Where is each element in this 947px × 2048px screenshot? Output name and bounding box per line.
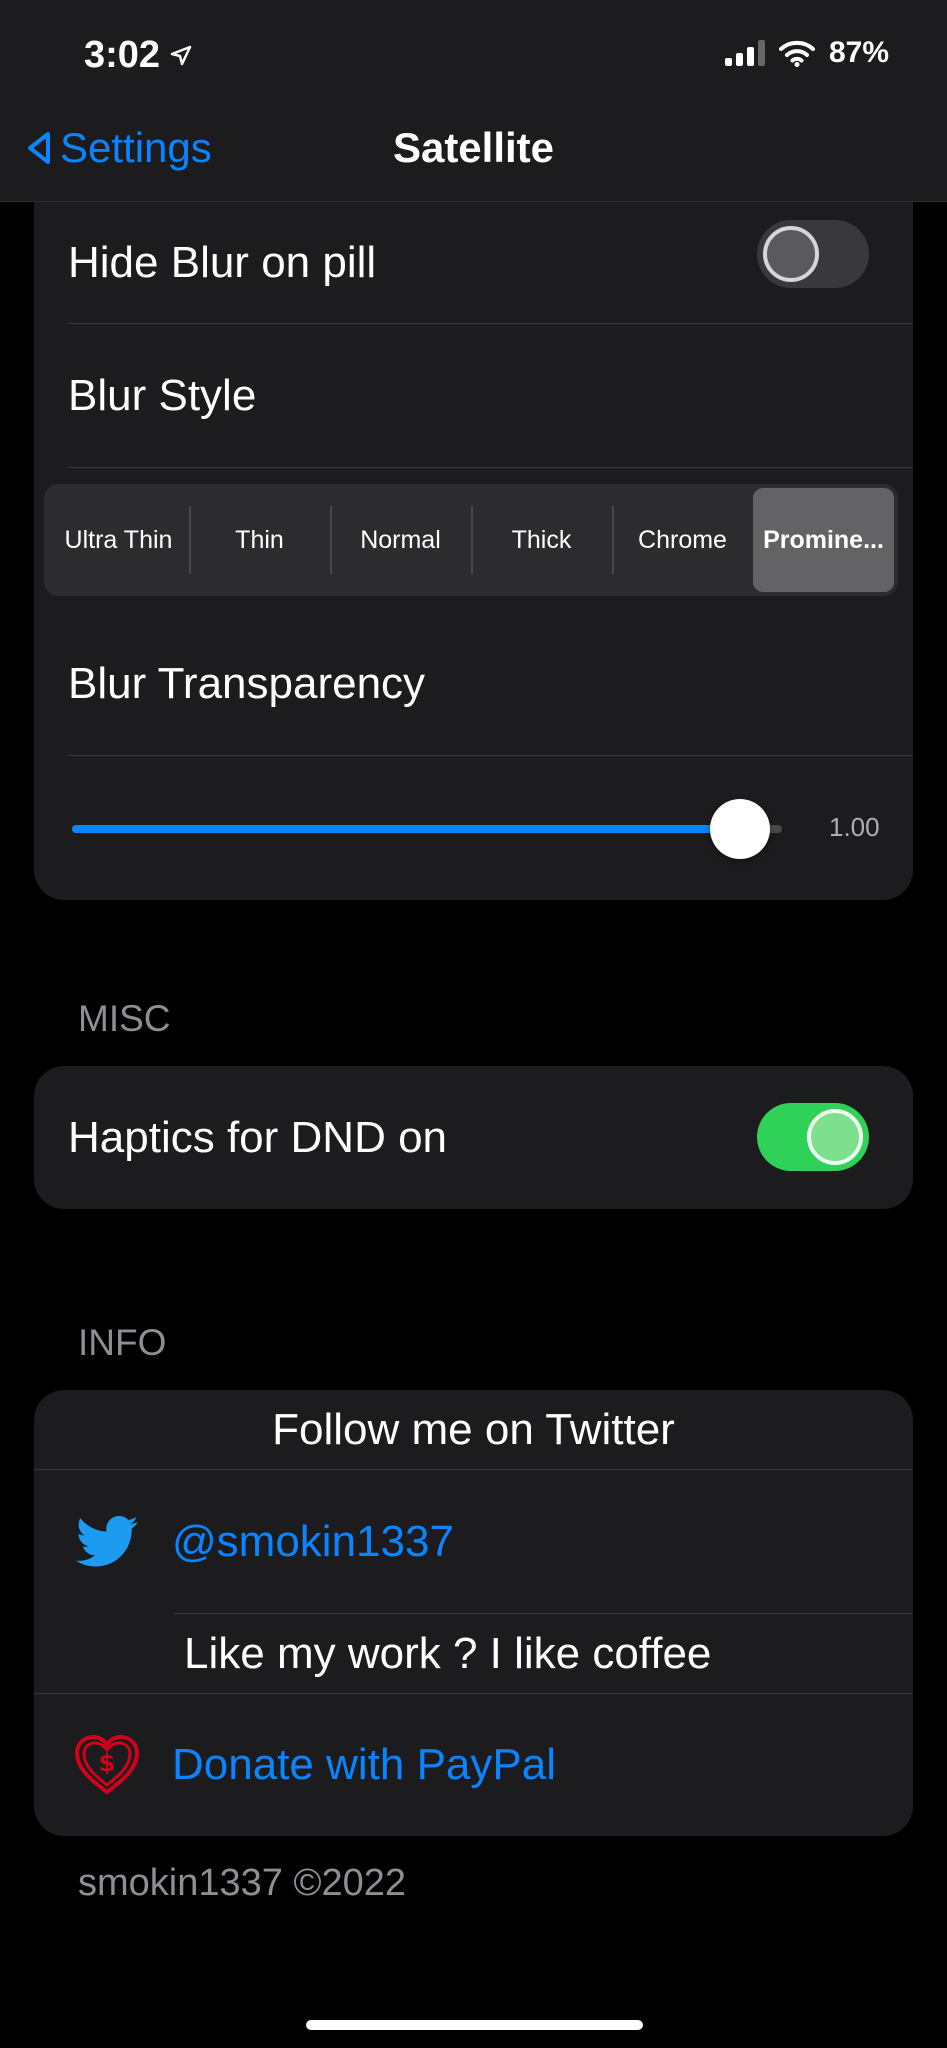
blur-transparency-label: Blur Transparency — [68, 659, 426, 708]
wifi-icon — [778, 40, 815, 67]
toggle-knob — [763, 226, 819, 282]
haptics-row: Haptics for DND on — [34, 1066, 913, 1209]
twitter-link-row[interactable]: @smokin1337 — [34, 1470, 913, 1614]
blur-style-segment[interactable]: Thick — [471, 488, 612, 592]
blur-style-segment[interactable]: Chrome — [612, 488, 753, 592]
location-arrow-icon — [170, 45, 192, 65]
donate-link-row[interactable]: $ Donate with PayPal — [34, 1694, 913, 1836]
time-label: 3:02 — [84, 34, 161, 76]
page-title: Satellite — [392, 124, 555, 171]
twitter-heading: Follow me on Twitter — [272, 1405, 675, 1454]
slider-thumb[interactable] — [710, 799, 770, 859]
blur-style-row: Blur Style — [34, 324, 913, 468]
home-indicator[interactable] — [306, 2020, 643, 2030]
blur-style-segment[interactable]: Promine... — [753, 488, 894, 592]
blur-style-label: Blur Style — [68, 371, 257, 420]
cellular-signal-icon — [724, 40, 765, 66]
transparency-slider[interactable] — [72, 799, 782, 859]
heart-dollar-icon: $ — [74, 1734, 140, 1795]
hide-blur-toggle[interactable] — [757, 220, 869, 288]
coffee-heading-row: Like my work ? I like coffee — [34, 1614, 913, 1694]
haptics-toggle[interactable] — [757, 1103, 869, 1171]
blur-style-segment[interactable]: Normal — [330, 488, 471, 592]
status-time: 3:02 — [84, 34, 192, 77]
battery-percent: 87% — [828, 36, 889, 69]
transparency-value: 1.00 — [829, 812, 880, 842]
twitter-heading-row: Follow me on Twitter — [34, 1390, 913, 1470]
header: 3:02 87% Settings Satellite — [0, 0, 947, 202]
donate-paypal-link[interactable]: Donate with PayPal — [172, 1740, 556, 1790]
blur-settings-card: Hide Blur on pill Blur Style Ultra Thin T… — [34, 160, 913, 900]
blur-style-segmented-control[interactable]: Ultra Thin Thin Normal Thick Chrome Promine..… — [44, 484, 898, 596]
slider-fill — [72, 825, 740, 833]
footer-copyright: smokin1337 ©2022 — [78, 1862, 406, 1904]
info-card: Follow me on Twitter @smokin1337 Like my… — [34, 1390, 913, 1836]
twitter-bird-icon — [76, 1516, 138, 1567]
hide-blur-label: Hide Blur on pill — [68, 238, 377, 287]
blur-style-segment-row: Ultra Thin Thin Normal Thick Chrome Promine..… — [34, 468, 913, 612]
misc-card: Haptics for DND on — [34, 1066, 913, 1209]
blur-style-segment[interactable]: Thin — [189, 488, 330, 592]
transparency-slider-row: 1.00 — [34, 756, 913, 900]
twitter-handle-link[interactable]: @smokin1337 — [172, 1517, 454, 1567]
info-section-header: INFO — [78, 1322, 167, 1363]
coffee-heading: Like my work ? I like coffee — [184, 1629, 712, 1678]
misc-section-header: MISC — [78, 998, 171, 1039]
svg-text:$: $ — [99, 1749, 116, 1777]
blur-transparency-row: Blur Transparency — [34, 612, 913, 756]
haptics-label: Haptics for DND on — [68, 1112, 448, 1162]
toggle-knob — [807, 1109, 863, 1165]
blur-style-segment[interactable]: Ultra Thin — [48, 488, 189, 592]
status-indicators: 87% — [724, 36, 889, 70]
